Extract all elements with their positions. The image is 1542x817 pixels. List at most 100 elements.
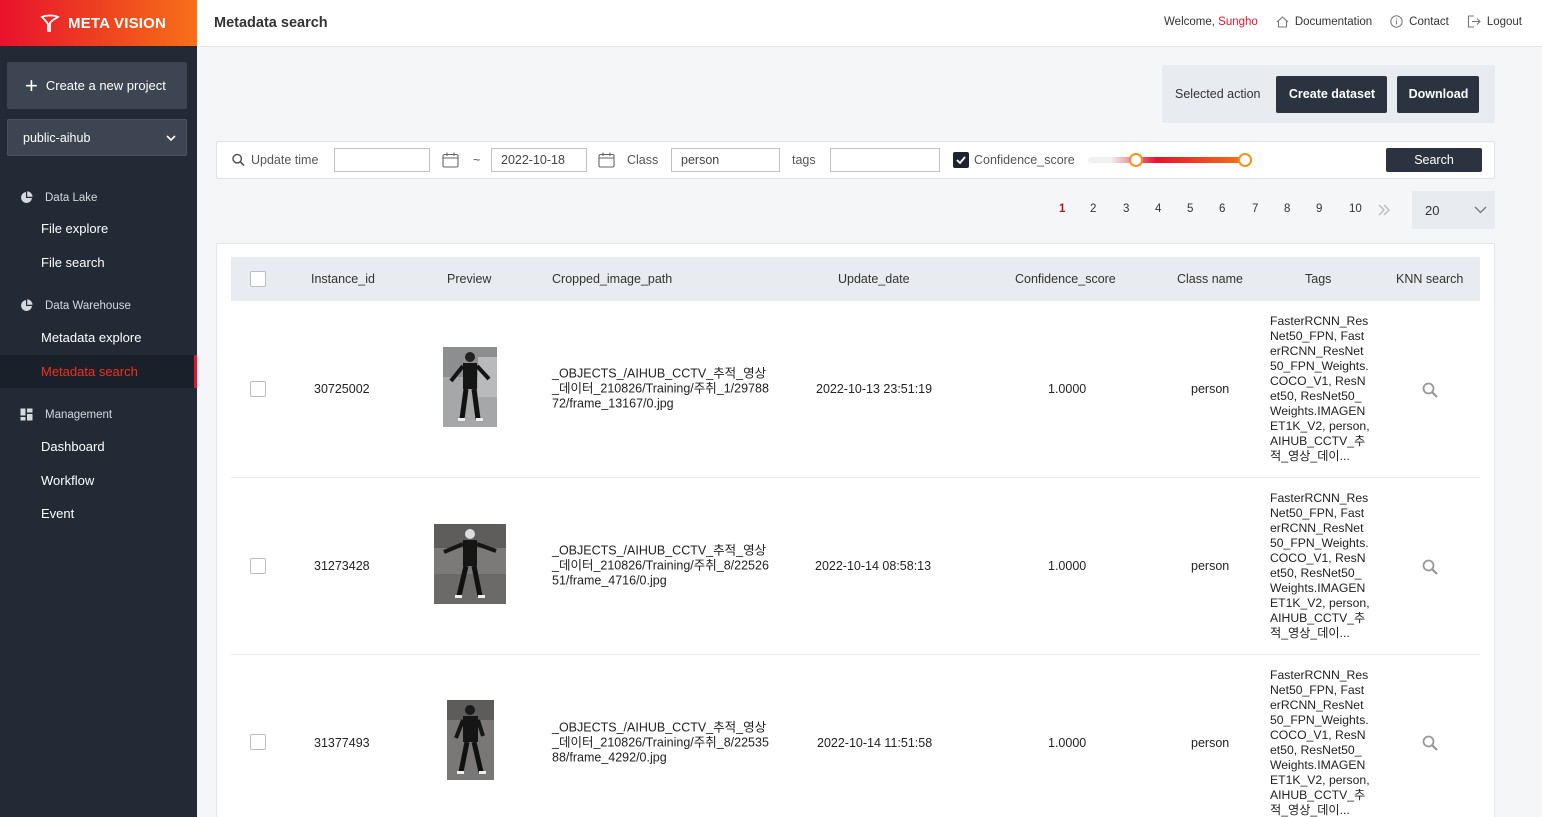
page-4[interactable]: 4 bbox=[1155, 203, 1161, 215]
header-user-area: Welcome, Sungho Documentation Contact Lo… bbox=[1164, 15, 1522, 28]
instance-id: 31377493 bbox=[314, 736, 370, 750]
calendar-icon[interactable] bbox=[442, 152, 459, 168]
update-date: 2022-10-14 11:51:58 bbox=[817, 736, 933, 750]
filter-bar: Update time ~ 2022-10-18 Class person ta… bbox=[216, 141, 1495, 179]
page-2[interactable]: 2 bbox=[1090, 203, 1096, 215]
class-input[interactable]: person bbox=[671, 148, 780, 172]
page-size-value: 20 bbox=[1425, 202, 1440, 218]
download-button[interactable]: Download bbox=[1397, 75, 1480, 113]
preview-image[interactable] bbox=[443, 347, 497, 427]
tags-input[interactable] bbox=[830, 148, 940, 172]
page-3[interactable]: 3 bbox=[1123, 203, 1129, 215]
col-cropped-image-path[interactable]: Cropped_image_path bbox=[552, 272, 672, 286]
page-7[interactable]: 7 bbox=[1252, 203, 1258, 215]
table-header: Instance_id Preview Cropped_image_path U… bbox=[231, 257, 1480, 301]
meta-vision-logo-icon bbox=[40, 14, 60, 32]
calendar-icon[interactable] bbox=[598, 152, 615, 168]
sidebar-item-metadata-explore[interactable]: Metadata explore bbox=[0, 321, 197, 354]
page-6[interactable]: 6 bbox=[1219, 203, 1225, 215]
create-project-button[interactable]: + Create a new project bbox=[7, 62, 187, 109]
top-header: Metadata search Welcome, Sungho Document… bbox=[197, 0, 1542, 47]
sidebar-item-workflow[interactable]: Workflow bbox=[0, 464, 197, 497]
create-dataset-button[interactable]: Create dataset bbox=[1276, 75, 1388, 113]
sidebar: META VISION + Create a new project publi… bbox=[0, 0, 197, 817]
sidebar-item-event[interactable]: Event bbox=[0, 497, 197, 530]
date-to-input[interactable]: 2022-10-18 bbox=[491, 148, 587, 172]
contact-link[interactable]: Contact bbox=[1390, 15, 1449, 28]
knn-search-icon[interactable] bbox=[1422, 735, 1438, 751]
tags-text: FasterRCNN_ResNet50_FPN, FasterRCNN_ResN… bbox=[1270, 491, 1370, 640]
welcome-text: Welcome, bbox=[1164, 15, 1215, 28]
pie-chart-icon bbox=[21, 299, 33, 311]
logout-icon bbox=[1467, 15, 1481, 28]
col-class-name[interactable]: Class name bbox=[1177, 272, 1243, 286]
col-update-date[interactable]: Update_date bbox=[838, 272, 910, 286]
person-preview-image bbox=[447, 700, 494, 780]
page-size-select[interactable]: 20 bbox=[1412, 191, 1495, 229]
brand-logo[interactable]: META VISION bbox=[0, 0, 197, 46]
col-confidence-score[interactable]: Confidence_score bbox=[1015, 272, 1116, 286]
tags-text: FasterRCNN_ResNet50_FPN, FasterRCNN_ResN… bbox=[1270, 314, 1370, 463]
knn-search-icon[interactable] bbox=[1422, 559, 1438, 575]
chevron-down-icon bbox=[166, 134, 176, 141]
project-select[interactable]: public-aihub bbox=[7, 119, 187, 156]
page-8[interactable]: 8 bbox=[1284, 203, 1290, 215]
instance-id: 30725002 bbox=[314, 382, 370, 396]
tags-text: FasterRCNN_ResNet50_FPN, FasterRCNN_ResN… bbox=[1270, 668, 1370, 817]
table-row: 30725002 _OBJECTS_/AIHUB_CCTV_추적_영상_데이터_… bbox=[231, 301, 1480, 478]
preview-image[interactable] bbox=[447, 700, 494, 780]
confidence-checkbox[interactable] bbox=[953, 152, 969, 168]
col-instance-id[interactable]: Instance_id bbox=[311, 272, 375, 286]
page-1[interactable]: 1 bbox=[1059, 203, 1065, 215]
selected-action-label: Selected action bbox=[1175, 87, 1261, 101]
sidebar-item-file-explore[interactable]: File explore bbox=[0, 212, 197, 245]
search-button[interactable]: Search bbox=[1386, 148, 1482, 172]
row-checkbox[interactable] bbox=[250, 381, 266, 397]
row-checkbox[interactable] bbox=[250, 558, 266, 574]
confidence-slider-track[interactable] bbox=[1088, 157, 1251, 163]
confidence-label: Confidence_score bbox=[974, 153, 1075, 167]
double-chevron-right-icon[interactable] bbox=[1377, 203, 1391, 217]
page-5[interactable]: 5 bbox=[1187, 203, 1193, 215]
logout-link[interactable]: Logout bbox=[1467, 15, 1522, 28]
home-icon bbox=[1276, 15, 1289, 28]
confidence-score: 1.0000 bbox=[1048, 559, 1087, 573]
search-icon bbox=[232, 153, 245, 167]
date-from-input[interactable] bbox=[334, 148, 430, 172]
checkmark-icon bbox=[956, 156, 966, 164]
col-knn-search[interactable]: KNN search bbox=[1396, 272, 1463, 286]
update-date: 2022-10-14 08:58:13 bbox=[815, 559, 932, 573]
dashboard-icon bbox=[20, 408, 33, 421]
confidence-score: 1.0000 bbox=[1048, 736, 1087, 750]
section-data-lake: Data Lake bbox=[20, 191, 97, 204]
confidence-slider-max-handle[interactable] bbox=[1238, 153, 1252, 167]
date-range-separator: ~ bbox=[473, 153, 481, 167]
page-9[interactable]: 9 bbox=[1316, 203, 1322, 215]
pie-chart-icon bbox=[21, 191, 33, 203]
person-preview-image bbox=[434, 524, 506, 604]
row-checkbox[interactable] bbox=[250, 734, 266, 750]
sidebar-item-metadata-search[interactable]: Metadata search bbox=[0, 355, 197, 388]
col-preview[interactable]: Preview bbox=[447, 272, 491, 286]
class-name: person bbox=[1191, 382, 1230, 396]
class-label: Class bbox=[627, 153, 659, 167]
select-all-checkbox[interactable] bbox=[250, 271, 266, 287]
selected-action-panel: Selected action Create dataset Download bbox=[1162, 65, 1495, 123]
section-management: Management bbox=[20, 408, 112, 421]
class-name: person bbox=[1191, 559, 1230, 573]
update-time-label: Update time bbox=[251, 153, 319, 167]
knn-search-icon[interactable] bbox=[1422, 382, 1438, 398]
table-row: 31273428 _OBJECTS_/AIHUB_CCTV_추적_영상_데이터_… bbox=[231, 478, 1480, 655]
results-table: Instance_id Preview Cropped_image_path U… bbox=[216, 243, 1495, 817]
info-icon bbox=[1390, 15, 1403, 28]
confidence-slider-min-handle[interactable] bbox=[1129, 153, 1143, 167]
page-title: Metadata search bbox=[214, 15, 328, 31]
tags-label: tags bbox=[792, 153, 816, 167]
sidebar-item-dashboard[interactable]: Dashboard bbox=[0, 430, 197, 463]
sidebar-item-file-search[interactable]: File search bbox=[0, 246, 197, 279]
documentation-link[interactable]: Documentation bbox=[1276, 16, 1372, 28]
col-tags[interactable]: Tags bbox=[1305, 272, 1331, 286]
page-10[interactable]: 10 bbox=[1349, 203, 1362, 215]
preview-image[interactable] bbox=[434, 524, 506, 604]
class-name: person bbox=[1191, 736, 1230, 750]
